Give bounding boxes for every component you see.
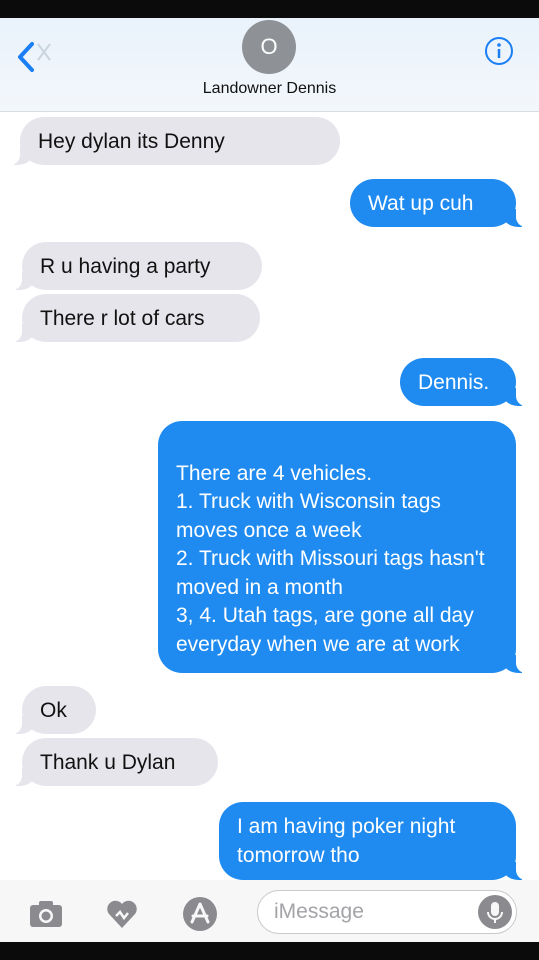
message-text: Ok — [40, 699, 67, 722]
microphone-icon — [487, 902, 503, 923]
camera-button[interactable] — [28, 896, 64, 932]
avatar[interactable]: O — [242, 20, 296, 74]
message-incoming[interactable]: Thank u Dylan — [10, 738, 218, 786]
conversation-header: O Landowner Dennis — [0, 18, 539, 112]
message-outgoing[interactable]: I am having poker night tomorrow tho — [219, 802, 528, 880]
message-incoming[interactable]: Hey dylan its Denny — [8, 117, 340, 165]
microphone-button[interactable] — [478, 895, 512, 929]
imessage-placeholder: iMessage — [274, 900, 364, 923]
app-store-button[interactable] — [180, 896, 217, 932]
message-incoming[interactable]: R u having a party — [10, 242, 262, 290]
message-incoming[interactable]: Ok — [10, 686, 96, 734]
message-text: R u having a party — [40, 255, 211, 278]
message-text: Thank u Dylan — [40, 751, 176, 774]
top-black-bar — [0, 0, 539, 18]
message-outgoing[interactable]: Dennis. — [400, 358, 528, 406]
camera-icon — [30, 901, 62, 927]
message-text: Hey dylan its Denny — [38, 130, 225, 153]
back-button[interactable] — [14, 40, 54, 74]
bottom-black-bar — [0, 942, 539, 960]
info-icon — [485, 37, 513, 65]
message-text: Wat up cuh — [368, 192, 474, 215]
app-store-icon — [183, 897, 217, 931]
message-text: Dennis. — [418, 371, 490, 394]
digital-touch-icon — [107, 900, 137, 928]
message-text: I am having poker night tomorrow tho — [237, 815, 456, 867]
message-text: There r lot of cars — [40, 307, 205, 330]
info-button[interactable] — [484, 36, 514, 66]
message-incoming[interactable]: There r lot of cars — [10, 294, 260, 342]
message-outgoing[interactable]: Wat up cuh — [350, 179, 528, 227]
message-outgoing[interactable]: There are 4 vehicles. 1. Truck with Wisc… — [158, 421, 528, 673]
imessage-input[interactable]: iMessage — [257, 890, 517, 934]
message-text: There are 4 vehicles. 1. Truck with Wisc… — [176, 461, 485, 656]
chevron-left-icon — [18, 42, 51, 72]
message-composer: iMessage — [0, 880, 539, 942]
avatar-initial: O — [260, 34, 278, 59]
digital-touch-button[interactable] — [104, 896, 140, 932]
contact-name[interactable]: Landowner Dennis — [0, 80, 539, 98]
